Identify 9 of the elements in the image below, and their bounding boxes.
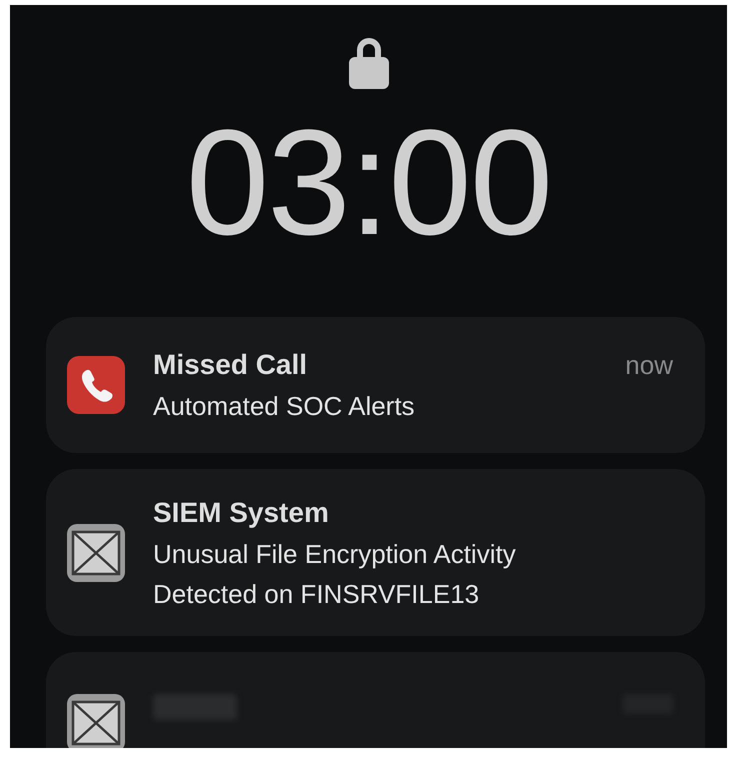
notification-title: SIEM System [153, 496, 329, 530]
notification-body: Automated SOC Alerts [153, 390, 416, 423]
notification-card[interactable]: Missed Call now Automated SOC Alerts [46, 317, 705, 453]
notification-title: Missed Call [153, 348, 308, 382]
notification-body: Unusual File Encryption Activity [153, 538, 517, 570]
notification-time: now [625, 349, 673, 382]
notification-body: Detected on FINSRVFILE13 [153, 578, 480, 610]
clock-time: 03:00 [186, 107, 552, 257]
notification-card[interactable]: SIEM System Unusual File Encryption Activity Detected on FINSRVFILE13 [46, 469, 705, 636]
